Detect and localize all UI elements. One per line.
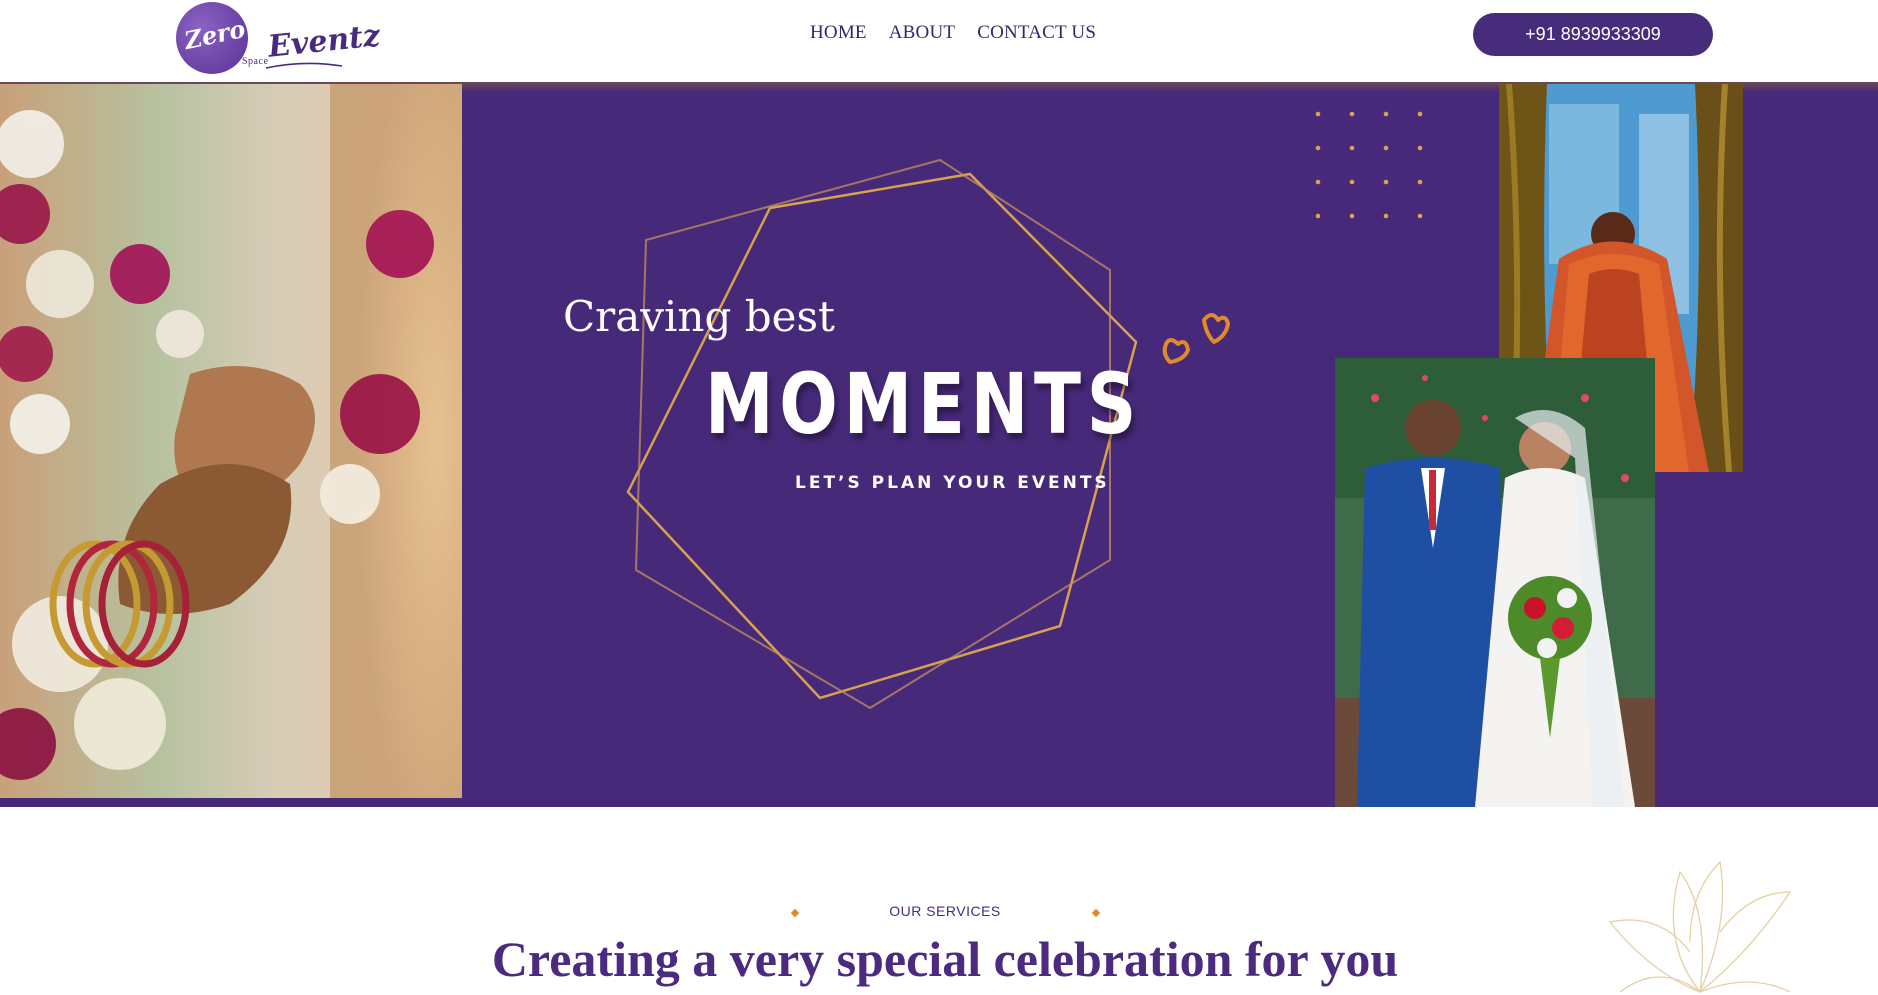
services-title: Creating a very special celebration for … (491, 931, 1399, 987)
main-nav: HOME ABOUT CONTACT US (810, 22, 1096, 44)
phone-call-button[interactable]: +91 8939933309 (1473, 13, 1713, 56)
couple-photo (1335, 358, 1655, 807)
hero-tagline: LET’S PLAN YOUR EVENTS (795, 473, 1110, 493)
services-kicker: OUR SERVICES (889, 903, 1001, 919)
nav-contact-link[interactable]: CONTACT US (977, 22, 1096, 44)
lotus-outline-icon (1608, 860, 1792, 994)
nav-about-link[interactable]: ABOUT (889, 22, 955, 44)
brand-logo[interactable]: Zero Space Eventz (176, 2, 382, 78)
wedding-hands-photo (0, 84, 462, 798)
hearts-icon (1162, 313, 1230, 364)
logo-eventz-text: Eventz (266, 18, 382, 65)
dot-grid-icon (1315, 111, 1423, 219)
site-header: Zero Space Eventz HOME ABOUT CONTACT US … (0, 0, 1878, 82)
hero-heading-large: MOMENTS (705, 355, 1143, 453)
logo-swoosh-icon (265, 62, 343, 69)
nav-home-link[interactable]: HOME (810, 22, 867, 44)
hero-heading-small: Craving best (563, 292, 835, 341)
